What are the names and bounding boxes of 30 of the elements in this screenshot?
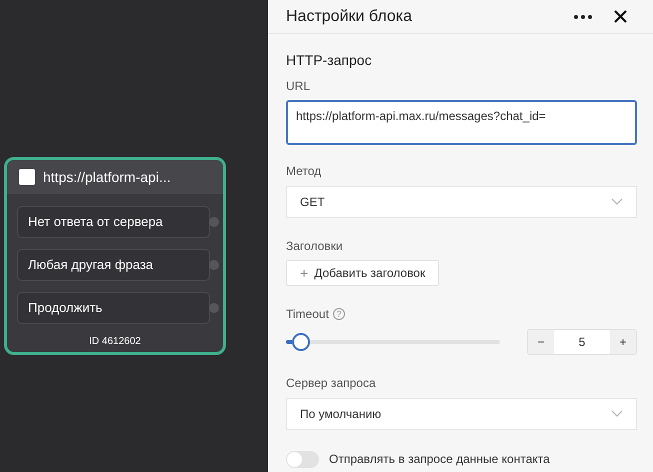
checkbox-icon (19, 169, 35, 185)
chevron-down-icon (611, 410, 623, 418)
output-option[interactable]: Нет ответа от сервера (17, 206, 210, 238)
timeout-label: Timeout (286, 306, 329, 323)
url-field[interactable]: https://platform-api.max.ru/messages?chat_id= (286, 100, 637, 145)
chevron-down-icon (611, 198, 623, 206)
method-label: Метод (286, 163, 322, 180)
node-id: ID 4612602 (89, 335, 141, 349)
method-select[interactable]: GET (286, 186, 637, 218)
contact-toggle[interactable] (286, 450, 319, 468)
contact-toggle-label: Отправлять в запросе данные контакта (329, 451, 550, 468)
add-header-button[interactable]: + Добавить заголовок (286, 260, 440, 286)
server-select[interactable]: По умолчанию (286, 398, 637, 430)
node-title: https://platform-api... (43, 168, 171, 187)
flow-node[interactable]: https://platform-api... Нет ответа от сервера Любая другая фраза Продолжить ID 4612602 (4, 157, 226, 355)
timeout-slider-track[interactable] (286, 333, 500, 351)
url-label: URL (286, 78, 312, 95)
timeout-slider-thumb[interactable] (292, 333, 310, 351)
panel-title: Настройки блока (286, 6, 412, 26)
decrement-button[interactable]: − (528, 330, 554, 354)
output-option[interactable]: Любая другая фраза (17, 249, 210, 281)
headers-label: Заголовки (286, 238, 344, 255)
timeout-value[interactable]: 5 (554, 330, 610, 354)
output-option[interactable]: Продолжить (17, 292, 210, 324)
section-title: HTTP-запрос (286, 51, 373, 70)
increment-button[interactable]: + (610, 330, 636, 354)
timeout-stepper[interactable]: − 5 + (527, 329, 637, 355)
more-icon[interactable] (574, 14, 592, 18)
server-label: Сервер запроса (286, 375, 377, 392)
close-icon[interactable] (614, 10, 627, 23)
